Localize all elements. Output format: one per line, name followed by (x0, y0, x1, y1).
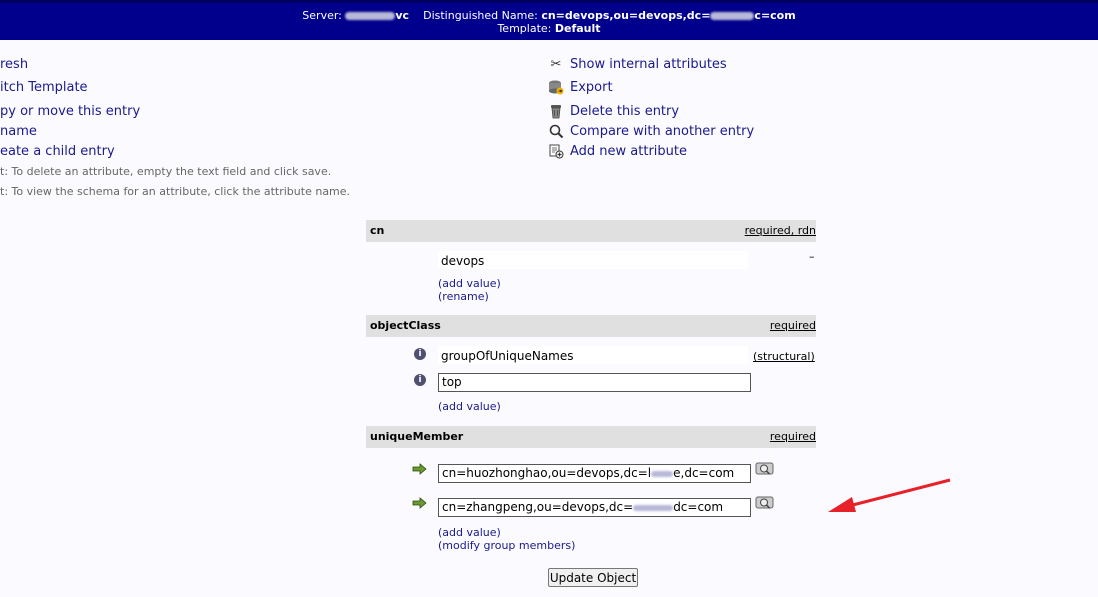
annotation-arrow (828, 478, 951, 512)
